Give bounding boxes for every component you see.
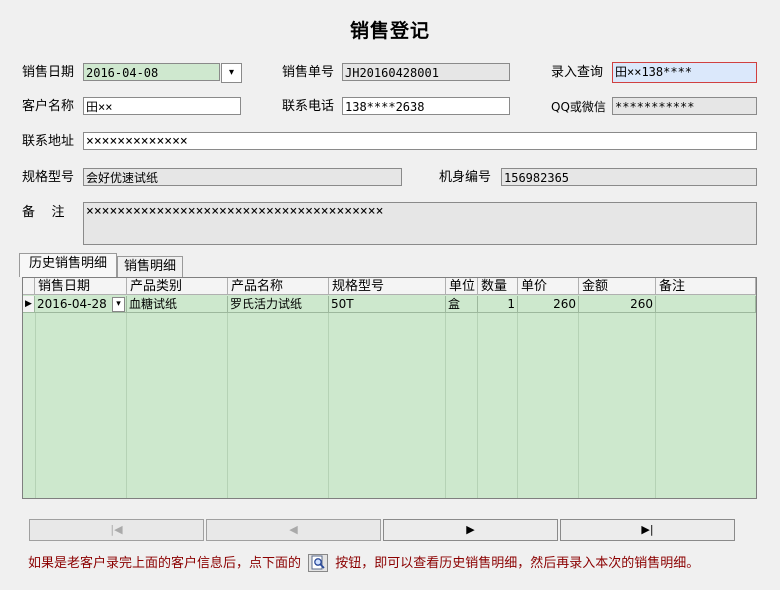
tab-history[interactable]: 历史销售明细: [19, 253, 117, 277]
chevron-down-icon[interactable]: ▾: [112, 297, 125, 312]
date-spinner[interactable]: ▾: [221, 63, 242, 83]
qq-field[interactable]: ***********: [612, 97, 757, 115]
note-label: 备 注: [22, 205, 65, 220]
nav-prev-button[interactable]: ◀: [206, 519, 381, 541]
history-grid[interactable]: 销售日期 产品类别 产品名称 规格型号 单位 数量 单价 金额 备注 ▶ 201…: [22, 277, 757, 499]
row-price[interactable]: 260: [518, 296, 579, 313]
row-date-value: 2016-04-28: [37, 297, 107, 311]
col-header-qty[interactable]: 数量: [478, 278, 518, 295]
row-pointer-icon: ▶: [23, 296, 35, 313]
model-label: 规格型号: [22, 170, 75, 185]
sale-no-label: 销售单号: [282, 65, 335, 80]
row-remark[interactable]: [656, 296, 756, 313]
phone-input[interactable]: 138****2638: [342, 97, 510, 115]
address-input[interactable]: ×××××××××××××: [83, 132, 757, 150]
row-category[interactable]: 血糖试纸: [127, 296, 228, 313]
grid-line: [477, 313, 478, 498]
chevron-down-icon: ▾: [228, 67, 235, 78]
col-header-unit[interactable]: 单位: [446, 278, 478, 295]
col-header-remark[interactable]: 备注: [656, 278, 756, 295]
model-field[interactable]: 会好优速试纸: [83, 168, 402, 186]
col-header-product[interactable]: 产品名称: [228, 278, 329, 295]
nav-last-button[interactable]: ▶|: [560, 519, 735, 541]
table-row-date[interactable]: 2016-04-28 ▾: [35, 296, 127, 313]
row-product[interactable]: 罗氏活力试纸: [228, 296, 329, 313]
row-unit[interactable]: 盒: [446, 296, 478, 313]
col-header-amount[interactable]: 金额: [579, 278, 656, 295]
page-title: 销售登记: [349, 20, 430, 42]
grid-line: [517, 313, 518, 498]
col-header-category[interactable]: 产品类别: [127, 278, 228, 295]
hint-before: 如果是老客户录完上面的客户信息后，点下面的: [28, 556, 302, 571]
col-header-spec[interactable]: 规格型号: [329, 278, 446, 295]
grid-line: [328, 313, 329, 498]
row-qty[interactable]: 1: [478, 296, 518, 313]
tab-sales-detail[interactable]: 销售明细: [117, 256, 183, 277]
grid-line: [445, 313, 446, 498]
lookup-input[interactable]: 田××138****: [612, 62, 757, 83]
grid-line: [227, 313, 228, 498]
row-spec[interactable]: 50T: [329, 296, 446, 313]
search-button[interactable]: [308, 553, 329, 572]
sale-no-field[interactable]: JH20160428001: [342, 63, 510, 81]
serial-label: 机身编号: [439, 170, 492, 185]
row-amount[interactable]: 260: [579, 296, 656, 313]
row-header-corner: [23, 278, 35, 295]
lookup-label: 录入查询: [551, 65, 604, 80]
grid-line: [35, 313, 36, 498]
sale-date-label: 销售日期: [22, 65, 75, 80]
search-icon: [311, 555, 325, 569]
grid-line: [578, 313, 579, 498]
sale-date-input[interactable]: 2016-04-08: [83, 63, 220, 81]
hint-after: 按钮，即可以查看历史销售明细，然后再录入本次的销售明细。: [335, 556, 700, 571]
grid-line: [126, 313, 127, 498]
nav-first-button[interactable]: |◀: [29, 519, 204, 541]
col-header-date[interactable]: 销售日期: [35, 278, 127, 295]
col-header-price[interactable]: 单价: [518, 278, 579, 295]
customer-label: 客户名称: [22, 99, 75, 114]
qq-label: QQ或微信: [551, 100, 606, 114]
hint-text: 如果是老客户录完上面的客户信息后，点下面的 按钮，即可以查看历史销售明细，然后再…: [28, 553, 700, 574]
nav-next-button[interactable]: ▶: [383, 519, 558, 541]
note-field[interactable]: ××××××××××××××××××××××××××××××××××××××: [83, 202, 757, 245]
phone-label: 联系电话: [282, 99, 335, 114]
serial-field[interactable]: 156982365: [501, 168, 757, 186]
customer-input[interactable]: 田××: [83, 97, 241, 115]
grid-line: [655, 313, 656, 498]
address-label: 联系地址: [22, 134, 75, 149]
